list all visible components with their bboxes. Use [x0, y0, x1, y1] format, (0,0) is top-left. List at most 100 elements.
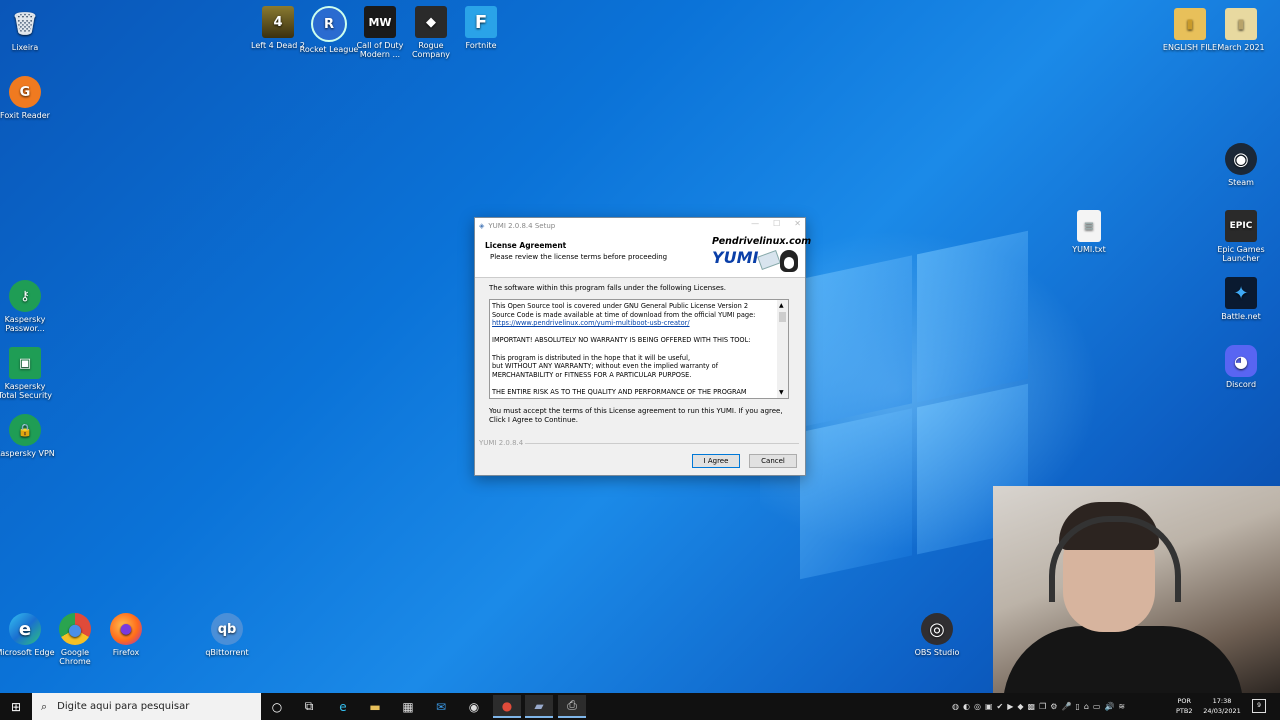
- desktop-icon-kaspersky-total[interactable]: ▣ Kaspersky Total Security: [0, 347, 55, 400]
- desktop-icon-foxit[interactable]: G Foxit Reader: [0, 76, 55, 120]
- tray-icon-play[interactable]: ▶: [1007, 702, 1013, 711]
- obs-icon: ◎: [921, 613, 953, 645]
- divider: [525, 443, 799, 444]
- tray-icon-obs[interactable]: ◎: [974, 702, 981, 711]
- icon-label: YUMI.txt: [1072, 245, 1106, 254]
- icon-label: ENGLISH FILE: [1162, 43, 1218, 52]
- license-scrollbar[interactable]: ▲ ▼: [777, 300, 788, 398]
- maximize-icon[interactable]: ☐: [773, 219, 780, 228]
- desktop-icon-discord[interactable]: ◕ Discord: [1211, 345, 1271, 389]
- tray-icon-kaspersky[interactable]: ▩: [1028, 702, 1036, 711]
- notification-center-icon[interactable]: 9: [1252, 699, 1266, 713]
- taskbar-edge[interactable]: e: [329, 695, 357, 718]
- chrome-icon: ●: [501, 698, 513, 713]
- tray-icon-display[interactable]: ▭: [1093, 702, 1101, 711]
- desktop-icon-qbittorrent[interactable]: qb qBittorrent: [197, 613, 257, 657]
- call-of-duty-icon: MW: [364, 6, 396, 38]
- icon-label: Left 4 Dead 2: [251, 41, 305, 50]
- tray-icon-copy[interactable]: ❐: [1039, 702, 1046, 711]
- store-icon: ▦: [402, 699, 414, 714]
- tray-icon-globe[interactable]: ◍: [952, 702, 959, 711]
- rocket-league-icon: R: [311, 6, 347, 42]
- kaspersky-total-icon: ▣: [9, 347, 41, 379]
- folder-icon: ▬: [369, 699, 381, 714]
- start-button[interactable]: ⊞: [0, 693, 32, 720]
- scroll-thumb[interactable]: [779, 312, 786, 322]
- tray-icon-check[interactable]: ✔: [997, 702, 1004, 711]
- icon-label: Battle.net: [1221, 312, 1261, 321]
- desktop-icon-battlenet[interactable]: ✦ Battle.net: [1211, 277, 1271, 321]
- taskbar-chrome[interactable]: ●: [493, 695, 521, 718]
- taskbar-store[interactable]: ▦: [394, 695, 422, 718]
- text-file-icon: ≡: [1077, 210, 1101, 242]
- dialog-titlebar[interactable]: ◈ YUMI 2.0.8.4 Setup — ☐ ✕: [475, 218, 805, 233]
- tray-icon-settings[interactable]: ⚙: [1050, 702, 1057, 711]
- tray-icon-volume[interactable]: 🔊: [1104, 702, 1114, 711]
- tray-icon-shield[interactable]: ▣: [985, 702, 993, 711]
- tray-icon-wifi[interactable]: ≋: [1118, 702, 1125, 711]
- scroll-down-icon[interactable]: ▼: [779, 389, 784, 396]
- taskbar-mail[interactable]: ✉: [427, 695, 455, 718]
- keyboard-layout: PTB2: [1176, 707, 1193, 715]
- desktop-icon-epic-games[interactable]: EPIC Epic Games Launcher: [1211, 210, 1271, 263]
- icon-label: Foxit Reader: [0, 111, 50, 120]
- desktop-icon-recycle-bin[interactable]: 🗑 Lixeira: [0, 8, 55, 52]
- desktop-icon-kaspersky-vpn[interactable]: 🔒 Kaspersky VPN: [0, 414, 55, 458]
- scroll-up-icon[interactable]: ▲: [779, 302, 784, 309]
- tray-icon-nvidia[interactable]: ◆: [1017, 702, 1023, 711]
- desktop-icon-fortnite[interactable]: F Fortnite: [451, 6, 511, 50]
- cortana-button[interactable]: ○: [263, 695, 291, 718]
- kaspersky-vpn-icon: 🔒: [9, 414, 41, 446]
- desktop-icon-obs[interactable]: ◎ OBS Studio: [907, 613, 967, 657]
- i-agree-button[interactable]: I Agree: [692, 454, 740, 468]
- icon-label: Fortnite: [465, 41, 497, 50]
- taskbar-yumi[interactable]: ▰: [525, 695, 553, 718]
- icon-label: Google Chrome: [59, 648, 91, 666]
- desktop-icon-march-2021[interactable]: ▮ March 2021: [1211, 8, 1271, 52]
- recycle-bin-icon: 🗑: [11, 11, 39, 37]
- minimize-icon[interactable]: —: [751, 219, 759, 228]
- webcam-person-body: [1003, 626, 1243, 696]
- dialog-title: YUMI 2.0.8.4 Setup: [488, 221, 556, 230]
- edge-icon: e: [339, 699, 347, 714]
- tray-icon-battery[interactable]: ▯: [1075, 702, 1079, 711]
- icon-label: OBS Studio: [914, 648, 960, 657]
- license-line: THE ENTIRE RISK AS TO THE QUALITY AND PE…: [492, 387, 747, 396]
- close-icon[interactable]: ✕: [794, 219, 801, 228]
- taskbar: ⊞ ⌕ Digite aqui para pesquisar ○ ⧉ e ▬ ▦…: [0, 693, 1280, 720]
- kaspersky-password-icon: ⚷: [9, 280, 41, 312]
- discord-icon: ◕: [1225, 345, 1257, 377]
- taskbar-steam[interactable]: ◉: [460, 695, 488, 718]
- icon-label: qBittorrent: [205, 648, 249, 657]
- icon-label: Steam: [1228, 178, 1254, 187]
- taskbar-search-box[interactable]: ⌕ Digite aqui para pesquisar: [32, 693, 261, 720]
- task-view-button[interactable]: ⧉: [295, 695, 323, 718]
- accept-instructions: You must accept the terms of this Licens…: [489, 407, 783, 424]
- desktop-icon-firefox[interactable]: ● Firefox: [96, 613, 156, 657]
- license-link[interactable]: https://www.pendrivelinux.com/yumi-multi…: [492, 319, 690, 327]
- desktop-icon-kaspersky-password[interactable]: ⚷ Kaspersky Passwor...: [0, 280, 55, 333]
- taskbar-yumi-setup[interactable]: ⎙: [558, 695, 586, 718]
- license-line: This program is distributed in the hope …: [492, 353, 691, 362]
- chrome-icon: ●: [59, 613, 91, 645]
- icon-label: Firefox: [112, 648, 140, 657]
- tray-icon-chrome[interactable]: ◐: [963, 702, 970, 711]
- taskbar-file-explorer[interactable]: ▬: [361, 695, 389, 718]
- system-tray: ◍ ◐ ◎ ▣ ✔ ▶ ◆ ▩ ❐ ⚙ 🎤 ▯ ⌂ ▭ 🔊 ≋: [952, 693, 1125, 720]
- license-line: MERCHANTABILITY or FITNESS FOR A PARTICU…: [492, 370, 692, 379]
- search-placeholder: Digite aqui para pesquisar: [57, 701, 190, 712]
- taskbar-clock[interactable]: 17:38 24/03/2021: [1200, 696, 1244, 716]
- desktop-icon-steam[interactable]: ◉ Steam: [1211, 143, 1271, 187]
- battlenet-icon: ✦: [1225, 277, 1257, 309]
- language-indicator[interactable]: POR PTB2: [1176, 696, 1193, 716]
- desktop-icon-yumi-txt[interactable]: ≡ YUMI.txt: [1059, 210, 1119, 254]
- warranty-text: IMPORTANT! ABSOLUTELY NO WARRANTY IS BEI…: [492, 336, 751, 345]
- license-line: Source Code is made available at time of…: [492, 310, 756, 319]
- tray-icon-microphone[interactable]: 🎤: [1061, 702, 1071, 711]
- icon-label: Kaspersky Total Security: [0, 382, 53, 400]
- app-icon: ◈: [479, 221, 485, 230]
- cancel-button[interactable]: Cancel: [749, 454, 797, 468]
- qbittorrent-icon: qb: [211, 613, 243, 645]
- tray-icon-network[interactable]: ⌂: [1084, 702, 1089, 711]
- license-textbox[interactable]: This Open Source tool is covered under G…: [489, 299, 789, 399]
